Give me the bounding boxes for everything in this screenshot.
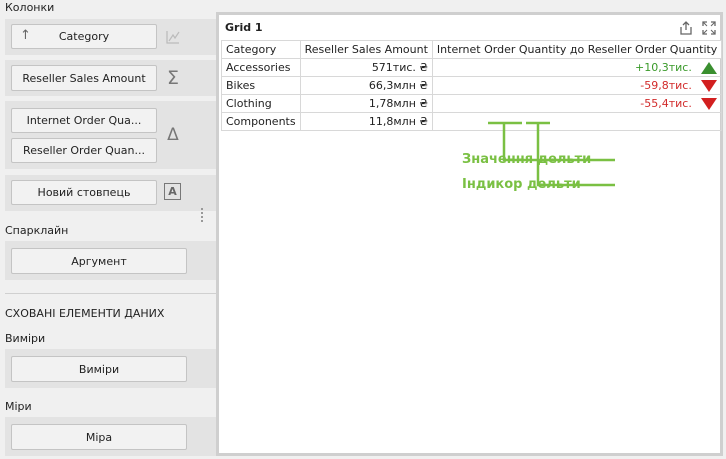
- measure-button[interactable]: Міра: [11, 424, 187, 450]
- splitter-grip[interactable]: [201, 208, 205, 222]
- reseller-sales-button[interactable]: Reseller Sales Amount: [11, 65, 157, 91]
- measure-sum-icon[interactable]: Σ: [163, 67, 183, 89]
- dimensions-button-label: Виміри: [78, 362, 120, 376]
- sort-ascending-icon[interactable]: ↑: [20, 28, 31, 43]
- new-column-button-label: Новий стовпець: [37, 186, 131, 199]
- delta-icon[interactable]: Δ: [163, 124, 183, 146]
- measures-label: Міри: [5, 400, 32, 413]
- delta-value-annotation: Значення дельти: [462, 152, 592, 167]
- internet-order-quantity-button[interactable]: Internet Order Qua...: [11, 108, 157, 133]
- delta-indicator-annotation: Індикор дельти: [462, 177, 581, 192]
- argument-button-label: Аргумент: [71, 254, 127, 268]
- sparkline-toggle-icon[interactable]: [164, 28, 182, 46]
- text-column-icon[interactable]: A: [164, 183, 181, 200]
- dimensions-label: Виміри: [5, 332, 46, 345]
- grid-panel: Grid 1 Category Reseller Sales Amount In…: [216, 12, 723, 456]
- new-column-button[interactable]: Новий стовпець: [11, 180, 157, 205]
- reseller-order-quantity-button[interactable]: Reseller Order Quan...: [11, 138, 157, 163]
- category-button[interactable]: ↑ Category: [11, 24, 157, 49]
- internet-order-quantity-label: Internet Order Qua...: [26, 114, 142, 127]
- annotation-connectors: [488, 121, 615, 187]
- dimensions-button[interactable]: Виміри: [11, 356, 187, 382]
- measure-button-label: Міра: [85, 430, 113, 444]
- reseller-order-quantity-label: Reseller Order Quan...: [23, 144, 145, 157]
- hidden-items-header: СХОВАНІ ЕЛЕМЕНТИ ДАНИХ: [5, 307, 165, 320]
- reseller-sales-button-label: Reseller Sales Amount: [22, 71, 146, 85]
- category-button-label: Category: [58, 30, 110, 43]
- columns-label: Колонки: [5, 1, 55, 14]
- sidebar-divider: [5, 293, 221, 294]
- argument-button[interactable]: Аргумент: [11, 248, 187, 274]
- sparkline-label: Спарклайн: [5, 224, 69, 237]
